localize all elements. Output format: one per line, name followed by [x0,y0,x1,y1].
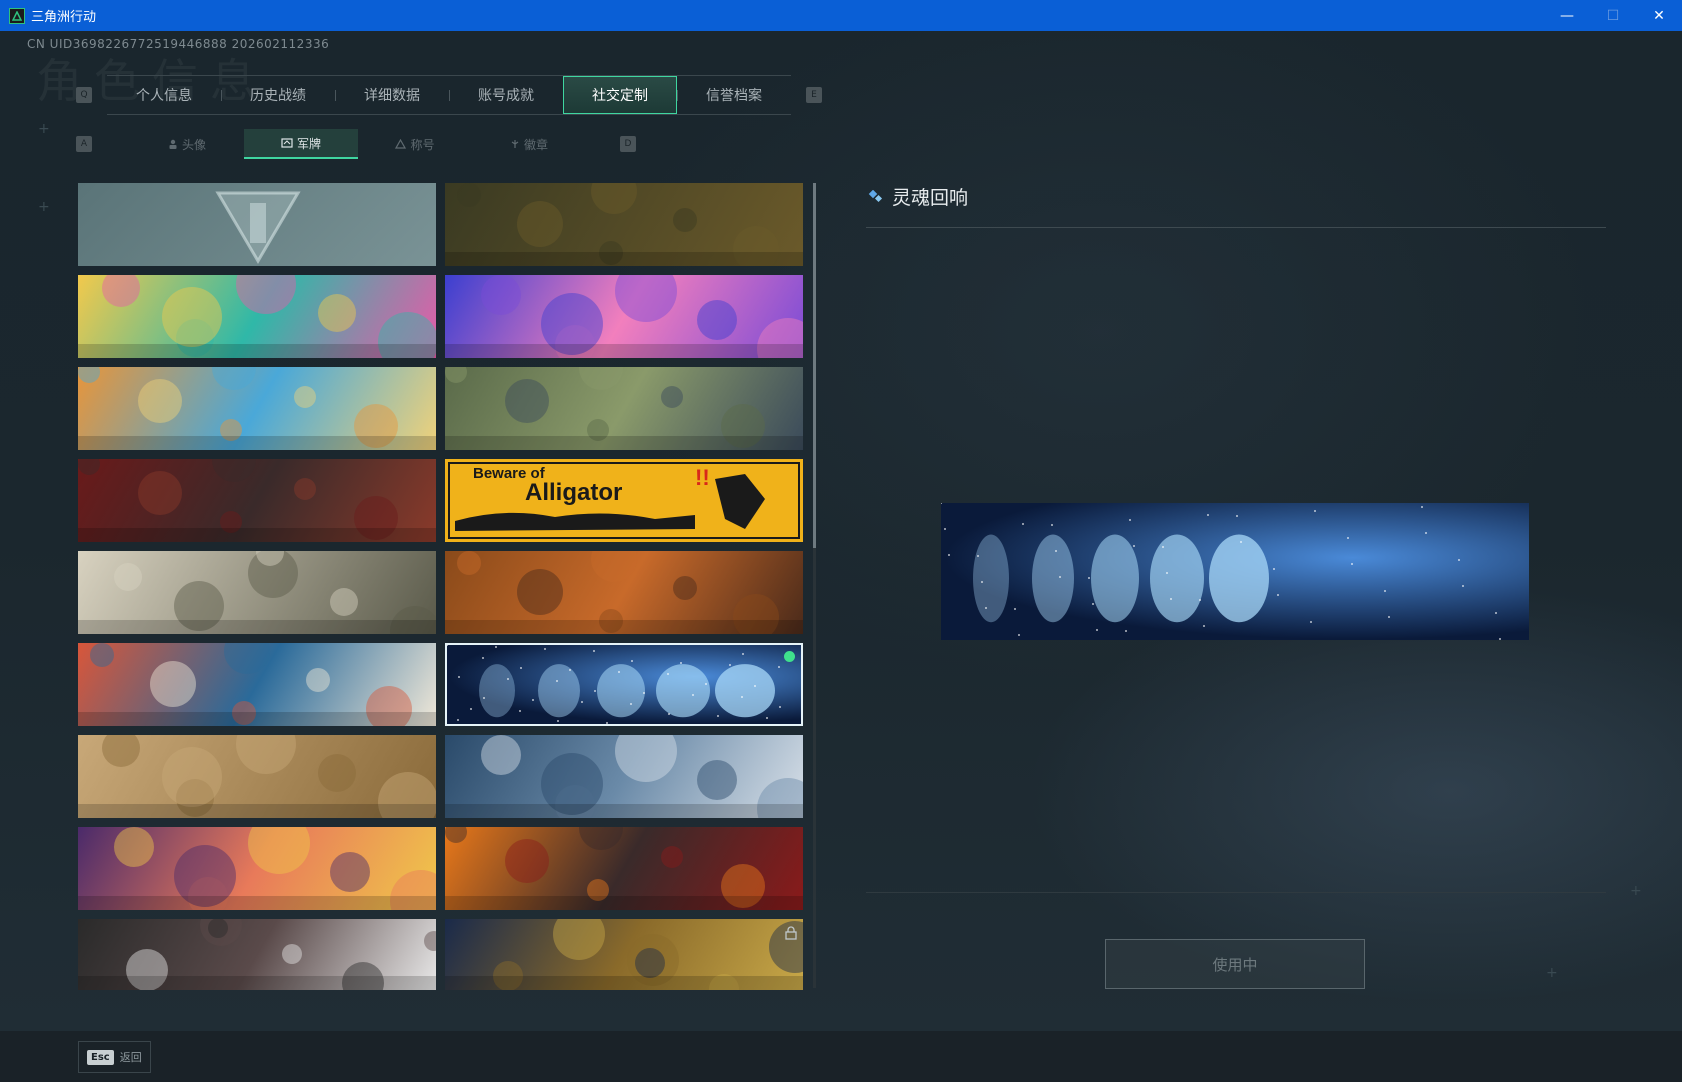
minimize-button[interactable]: — [1544,0,1590,31]
tab-item[interactable]: 个人信息 [107,76,221,114]
plus-deco-icon: + [38,121,50,137]
subtabbar: 头像 军牌 称号 徽章 [130,129,586,159]
next-subtab-key[interactable]: D [620,136,636,152]
main-tabs: Q 个人信息 历史战绩 详细数据 账号成就 社交定制 信誉档案 E [76,75,822,115]
card-icon [281,138,293,148]
app-logo-icon [9,7,25,24]
person-icon [168,139,178,149]
card-pink-train[interactable] [445,275,803,358]
plus-deco-icon: + [38,199,50,215]
close-button[interactable]: ✕ [1636,0,1682,31]
subtab-item[interactable]: 军牌 [244,129,358,159]
next-tab-key[interactable]: E [806,87,822,103]
card-octopus-waves[interactable] [78,643,436,726]
subtab-label: 头像 [181,137,206,152]
prev-tab-key[interactable]: Q [76,87,92,103]
card-beware-alligator[interactable]: Beware of Alligator!! [445,459,803,542]
card-emblem[interactable] [78,183,436,266]
diamond-icon [868,189,883,202]
card-theater-duck[interactable] [445,827,803,910]
card-girl-weapons[interactable] [445,367,803,450]
card-grid: Beware of Alligator!! [78,183,803,990]
in-use-button[interactable]: 使用中 [1105,939,1365,989]
card-grid-scrollbar[interactable] [813,183,816,988]
subtab-label: 称号 [410,137,435,152]
tab-item[interactable]: 账号成就 [449,76,563,114]
subtab-item[interactable]: 称号 [358,129,472,159]
card-preview [941,503,1529,640]
card-autumn-leaves[interactable] [445,551,803,634]
badge-icon [510,139,520,149]
esc-key: Esc [87,1049,114,1065]
tab-item[interactable]: 社交定制 [563,76,677,114]
detail-header: 灵魂回响 [866,183,968,210]
plus-deco-icon: + [1546,965,1558,981]
card-market-stall[interactable] [78,367,436,450]
card-jigsaw-mask[interactable] [78,919,436,990]
window-titlebar: 三角洲行动 — ☐ ✕ [0,0,1682,31]
card-windmill-knight[interactable] [78,551,436,634]
lock-icon [785,925,797,940]
detail-divider [866,227,1606,228]
subtab-label: 军牌 [296,136,321,151]
item-name: 灵魂回响 [892,187,969,209]
triangle-icon [395,139,407,149]
subtab-item[interactable]: 徽章 [472,129,586,159]
plus-deco-icon: + [1630,883,1642,899]
subtab-item[interactable]: 头像 [130,129,244,159]
equipped-dot-icon [784,651,795,662]
card-music-boy[interactable] [78,275,436,358]
back-label: 返回 [119,1051,142,1064]
bottom-bar [0,1031,1682,1082]
card-blueprint[interactable] [78,735,436,818]
scroll-thumb[interactable] [813,183,816,548]
tab-item[interactable]: 信誉档案 [677,76,791,114]
main-area: 角色信息 CN UID3698226772519446888 202602112… [0,31,1682,1031]
card-party-cake[interactable] [78,827,436,910]
back-button[interactable]: Esc 返回 [78,1041,151,1073]
prev-subtab-key[interactable]: A [76,136,92,152]
window-title: 三角洲行动 [31,10,97,25]
uid-label: CN UID3698226772519446888 202602112336 [27,37,330,51]
tabbar: 个人信息 历史战绩 详细数据 账号成就 社交定制 信誉档案 [107,75,791,115]
card-explosion-locked[interactable] [445,919,803,990]
detail-bottom-divider [866,892,1606,893]
tab-item[interactable]: 详细数据 [335,76,449,114]
card-soldiers-red[interactable] [78,459,436,542]
card-ocean-base[interactable] [445,735,803,818]
sub-tabs: A 头像 军牌 称号 徽章 D [76,129,636,159]
tab-item[interactable]: 历史战绩 [221,76,335,114]
maximize-button[interactable]: ☐ [1590,0,1636,31]
card-weapons-table[interactable] [445,183,803,266]
subtab-label: 徽章 [523,137,548,152]
svg-text:!!: !! [695,465,710,490]
card-soul-echo[interactable] [445,643,803,726]
